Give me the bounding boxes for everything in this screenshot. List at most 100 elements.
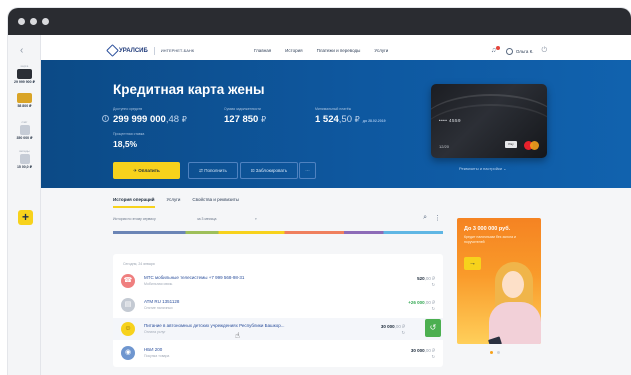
loan-promo-banner[interactable]: До 3 000 000 руб. Кредит наличными без з… <box>457 218 541 344</box>
minimum-payment: Минимальный платёж 1 524,50 ₽ до 28.02.20… <box>315 107 386 125</box>
window-titlebar <box>8 8 631 35</box>
mobile-icon: ☎ <box>121 274 135 288</box>
bank-logo[interactable]: УРАЛСИБ ИНТЕРНЕТ-БАНК <box>107 46 194 55</box>
total-debt: Сумма задолженности 127 850 ₽ <box>224 107 266 125</box>
info-icon[interactable]: i <box>102 115 109 122</box>
promo-text: Кредит наличными без залога и поручителе… <box>464 235 516 244</box>
rail-amount: 15 00,0 ₽ <box>16 165 33 169</box>
operation-category: Покупка товара <box>144 354 170 358</box>
user-menu[interactable]: Ольга К. <box>505 47 534 55</box>
history-filter-row: История по этому сервису за 3 месяца ▾ ⌕… <box>113 214 443 228</box>
operation-name: МТС мобильные телесистемы +7 999 568-98-… <box>144 275 245 280</box>
window-dot-icon[interactable] <box>18 18 25 25</box>
repeat-icon[interactable]: ↻ <box>402 330 405 335</box>
add-product-button[interactable]: + <box>18 210 33 225</box>
operation-category: Оплата услуг <box>144 330 166 334</box>
window-dot-icon[interactable] <box>42 18 49 25</box>
operation-row[interactable]: ▤ ATM RU 1351128 Снятие наличных +26 000… <box>113 294 443 316</box>
kebab-menu-icon[interactable]: ⋮ <box>434 214 441 222</box>
logo-icon <box>107 46 116 55</box>
notification-badge <box>495 46 500 50</box>
interest-rate: Процентная ставка 18,5% <box>113 132 144 149</box>
accounts-rail: ‹ карта 29 999 900 ₽ 58 800 ₽ счёт 350 0… <box>8 35 41 375</box>
stat-caption: Процентная ставка <box>113 132 145 136</box>
top-up-button[interactable]: ⇄ Пополнить <box>188 162 238 179</box>
block-card-button[interactable]: ⊡ Заблокировать <box>240 162 298 179</box>
back-icon[interactable]: ‹ <box>20 45 23 56</box>
card-hero: Кредитная карта жены i Доступно средств … <box>41 60 631 188</box>
card-number: •••• 4559 <box>439 118 462 123</box>
card-settings-link[interactable]: Реквизиты и настройки ⌄ <box>459 166 506 171</box>
operation-name: ATM RU 1351128 <box>144 299 180 304</box>
logo-subtitle: ИНТЕРНЕТ-БАНК <box>160 48 195 53</box>
operation-row[interactable]: ☎ МТС мобильные телесистемы +7 999 568-9… <box>113 270 443 292</box>
period-dropdown-icon[interactable]: ▾ <box>255 217 257 221</box>
pay-button[interactable]: ✈ Оплатить <box>113 162 180 179</box>
rail-amount: 350 000 ₽ <box>16 136 33 140</box>
repeat-icon[interactable]: ↻ <box>432 306 435 311</box>
promo-pagination <box>490 351 500 354</box>
tab-details[interactable]: Свойства и реквизиты <box>192 197 239 208</box>
promo-woman-image <box>487 262 541 344</box>
mouse-cursor-icon: ☝ <box>235 331 240 340</box>
shopping-icon: ◉ <box>121 346 135 360</box>
content-tabs: История операций Услуги Свойства и рекви… <box>113 197 239 208</box>
payment-icon: ☺ <box>121 322 135 336</box>
deposit-icon <box>19 154 30 164</box>
logout-icon[interactable]: ⏻ <box>541 47 547 55</box>
pagination-dot[interactable] <box>497 351 500 354</box>
card-icon <box>17 69 32 79</box>
operation-name: Питание в автономных детских учреждениях… <box>144 323 285 328</box>
user-area: ♫ Ольга К. ⏻ <box>491 46 547 55</box>
card-expiry: 12/20 <box>439 144 450 149</box>
repeat-icon[interactable]: ↻ <box>432 282 435 287</box>
pagination-dot[interactable] <box>490 351 493 354</box>
stat-caption: Сумма задолженности <box>224 107 261 111</box>
promo-arrow-button[interactable]: → <box>464 257 481 270</box>
more-actions-button[interactable]: ··· <box>299 162 316 179</box>
mastercard-icon <box>524 141 540 150</box>
user-avatar-icon <box>505 47 513 55</box>
stat-value: 127 850 ₽ <box>224 114 267 125</box>
credit-card-image[interactable]: •••• 4559 12/20 Pay <box>431 84 547 158</box>
promo-title: До 3 000 000 руб. <box>464 226 511 232</box>
atm-icon: ▤ <box>121 298 135 312</box>
rail-caption: счёт <box>21 120 28 124</box>
repeat-icon[interactable]: ↻ <box>432 354 435 359</box>
spending-category-bar <box>113 231 443 234</box>
rail-account-item[interactable]: счёт 350 000 ₽ <box>12 120 37 141</box>
card-icon <box>17 93 32 103</box>
period-select[interactable]: за 3 месяца <box>197 217 216 221</box>
logo-text: УРАЛСИБ <box>119 47 148 54</box>
operation-row[interactable]: ☺ Питание в автономных детских учреждени… <box>113 318 443 340</box>
rail-deposit-item[interactable]: вклады 15 00,0 ₽ <box>12 149 37 170</box>
available-balance: Доступно средств 299 999 000,48 ₽ <box>113 107 187 125</box>
apple-pay-icon: Pay <box>505 141 517 148</box>
rail-caption: вклады <box>19 149 30 153</box>
operation-category: Снятие наличных <box>144 306 173 310</box>
window-dot-icon[interactable] <box>30 18 37 25</box>
stat-value: 299 999 000,48 ₽ <box>113 114 187 125</box>
content-area: История операций Услуги Свойства и рекви… <box>41 188 631 375</box>
date-header: Сегодня, 24 января <box>123 262 155 266</box>
due-date-link[interactable]: до 28.02.2019 <box>363 119 386 123</box>
repeat-payment-button[interactable]: ↺ <box>425 319 441 337</box>
rail-card-item[interactable]: 58 800 ₽ <box>12 92 37 109</box>
tab-history[interactable]: История операций <box>113 197 155 208</box>
operation-row[interactable]: ◉ НБИ 200 Покупка товара 30 000,00 ₽ ↻ <box>113 342 443 364</box>
rail-amount: 58 800 ₽ <box>17 104 32 108</box>
rail-caption: карта <box>20 64 29 68</box>
operation-name: НБИ 200 <box>144 347 163 352</box>
notification-bell-icon[interactable]: ♫ <box>491 46 500 55</box>
operations-list: Сегодня, 24 января ☎ МТС мобильные телес… <box>113 254 443 367</box>
history-search-input[interactable]: История по этому сервису <box>113 217 171 221</box>
logo-divider <box>153 46 155 55</box>
tab-services[interactable]: Услуги <box>167 197 181 208</box>
rail-card-item[interactable]: карта 29 999 900 ₽ <box>12 64 37 85</box>
search-icon[interactable]: ⌕ <box>423 214 427 222</box>
stat-value: 18,5% <box>113 139 138 149</box>
user-name: Ольга К. <box>515 48 534 54</box>
stat-value: 1 524,50 ₽ до 28.02.2019 <box>315 114 386 125</box>
operation-category: Мобильная связь <box>144 282 173 286</box>
wallet-icon <box>19 125 30 135</box>
